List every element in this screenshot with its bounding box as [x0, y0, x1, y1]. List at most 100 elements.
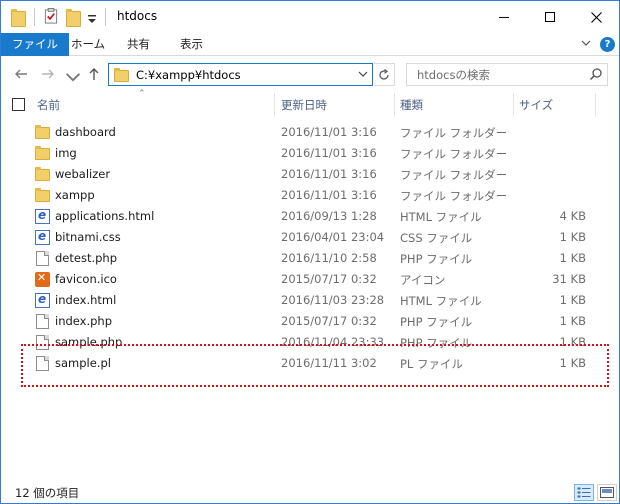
column-divider[interactable] [513, 93, 514, 117]
folder-icon [35, 125, 50, 139]
select-all-checkbox[interactable] [12, 98, 25, 111]
file-name: dashboard [55, 125, 116, 139]
file-date: 2016/11/04 23:33 [281, 335, 385, 349]
file-date: 2015/07/17 0:32 [281, 272, 377, 286]
file-type: HTML ファイル [400, 294, 482, 308]
folder-icon [35, 146, 50, 160]
help-icon[interactable]: ? [600, 37, 615, 52]
explorer-window: htdocs ファイル ホーム 共有 表示 ? C:¥xampp¥htdocs … [0, 0, 620, 504]
search-input[interactable] [407, 64, 585, 85]
navigation-bar: C:¥xampp¥htdocs [1, 57, 619, 93]
sort-ascending-icon: ⌃ [138, 89, 146, 99]
column-header-name[interactable]: 名前 [37, 97, 60, 113]
recent-locations-icon[interactable] [65, 69, 81, 85]
file-date: 2016/11/11 3:02 [281, 356, 377, 370]
list-item[interactable]: detest.php 2016/11/10 2:58 PHP ファイル 1 KB [1, 248, 619, 269]
file-name: detest.php [55, 251, 118, 265]
list-item[interactable]: bitnami.css 2016/04/01 23:04 CSS ファイル 1 … [1, 227, 619, 248]
file-size: 1 KB [559, 314, 586, 328]
file-name: favicon.ico [55, 272, 117, 286]
column-header-date[interactable]: 更新日時 [281, 97, 327, 113]
file-date: 2016/11/03 23:28 [281, 293, 385, 307]
column-divider[interactable] [394, 93, 395, 117]
forward-arrow-icon[interactable] [40, 66, 56, 82]
column-divider[interactable] [274, 93, 275, 117]
folder-icon [11, 9, 26, 27]
file-name: index.php [55, 314, 113, 328]
column-header-type[interactable]: 種類 [400, 97, 423, 113]
list-item[interactable]: xampp 2016/11/01 3:16 ファイル フォルダー [1, 185, 619, 206]
item-count: 12 個の項目 [15, 486, 80, 500]
maximize-button[interactable] [527, 1, 573, 33]
file-date: 2015/07/17 0:32 [281, 314, 377, 328]
file-type: PHP ファイル [400, 315, 473, 329]
address-dropdown-icon[interactable] [358, 67, 368, 81]
refresh-button[interactable] [374, 63, 395, 86]
tab-share[interactable]: 共有 [116, 33, 161, 56]
file-type: アイコン [400, 273, 446, 287]
close-button[interactable] [573, 1, 619, 33]
list-item[interactable]: index.html 2016/11/03 23:28 HTML ファイル 1 … [1, 290, 619, 311]
file-size: 1 KB [559, 293, 586, 307]
folder-icon [35, 167, 50, 181]
file-name: xampp [55, 188, 95, 202]
document-icon [36, 356, 49, 371]
details-view-button[interactable] [574, 484, 594, 501]
file-date: 2016/09/13 1:28 [281, 209, 377, 223]
address-path[interactable]: C:¥xampp¥htdocs [136, 68, 241, 82]
file-name: index.html [55, 293, 117, 307]
up-arrow-icon[interactable] [86, 66, 102, 82]
tab-home[interactable]: ホーム [60, 33, 116, 56]
file-size: 1 KB [559, 230, 586, 244]
file-type: ファイル フォルダー [400, 168, 508, 182]
folder-icon [35, 188, 50, 202]
customize-quick-access-icon[interactable] [87, 12, 97, 28]
file-name: sample.pl [55, 356, 111, 370]
address-bar[interactable]: C:¥xampp¥htdocs [108, 63, 373, 86]
list-item[interactable]: webalizer 2016/11/01 3:16 ファイル フォルダー [1, 164, 619, 185]
list-item[interactable]: applications.html 2016/09/13 1:28 HTML フ… [1, 206, 619, 227]
file-date: 2016/11/01 3:16 [281, 167, 377, 181]
file-type: PHP ファイル [400, 252, 473, 266]
file-type: HTML ファイル [400, 210, 482, 224]
document-icon [36, 251, 49, 266]
column-header-size[interactable]: サイズ [519, 97, 553, 113]
new-folder-icon[interactable] [66, 9, 81, 27]
list-item[interactable]: img 2016/11/01 3:16 ファイル フォルダー [1, 143, 619, 164]
minimize-icon [499, 16, 509, 18]
file-size: 1 KB [559, 356, 586, 370]
file-type: PL ファイル [400, 357, 463, 371]
expand-ribbon-icon[interactable] [581, 39, 591, 47]
column-divider[interactable] [595, 93, 596, 117]
folder-icon [114, 68, 129, 82]
file-size: 1 KB [559, 335, 586, 349]
list-item[interactable]: sample.pl 2016/11/11 3:02 PL ファイル 1 KB [1, 353, 619, 374]
file-date: 2016/11/10 2:58 [281, 251, 377, 265]
minimize-button[interactable] [481, 1, 527, 33]
file-size: 1 KB [559, 251, 586, 265]
close-icon [590, 11, 602, 23]
list-item[interactable]: dashboard 2016/11/01 3:16 ファイル フォルダー [1, 122, 619, 143]
divider [105, 8, 106, 26]
document-icon [36, 314, 49, 329]
search-box[interactable] [406, 63, 608, 86]
html-file-icon [35, 292, 50, 308]
properties-icon[interactable] [44, 8, 58, 24]
file-date: 2016/11/01 3:16 [281, 188, 377, 202]
search-icon[interactable] [589, 67, 603, 81]
file-name: img [55, 146, 77, 160]
back-arrow-icon[interactable] [13, 66, 29, 82]
large-icons-view-button[interactable] [597, 484, 617, 501]
file-name: sample.php [55, 335, 123, 349]
ribbon-tabs: ファイル ホーム 共有 表示 ? [1, 33, 619, 56]
title-bar: htdocs [1, 1, 619, 33]
list-item[interactable]: favicon.ico 2015/07/17 0:32 アイコン 31 KB [1, 269, 619, 290]
tab-view[interactable]: 表示 [169, 33, 214, 56]
file-date: 2016/04/01 23:04 [281, 230, 385, 244]
list-item[interactable]: index.php 2015/07/17 0:32 PHP ファイル 1 KB [1, 311, 619, 332]
column-headers: ⌃ 名前 更新日時 種類 サイズ [1, 89, 619, 117]
file-type: ファイル フォルダー [400, 126, 508, 140]
document-icon [36, 335, 49, 350]
tab-file[interactable]: ファイル [1, 33, 69, 56]
list-item[interactable]: sample.php 2016/11/04 23:33 PHP ファイル 1 K… [1, 332, 619, 353]
